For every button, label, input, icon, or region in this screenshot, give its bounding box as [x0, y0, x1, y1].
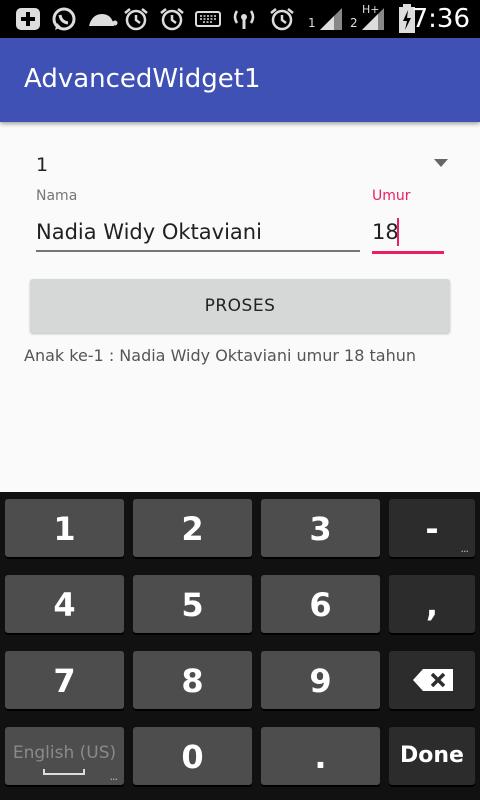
key-7[interactable]: 7 — [5, 651, 124, 709]
more-keys-indicator: ... — [109, 770, 118, 783]
wifi-hotspot-icon — [233, 10, 255, 29]
key-label: 2 — [181, 510, 204, 548]
key-label: . — [314, 738, 327, 776]
sim2-label: 2 — [350, 16, 358, 30]
whatsapp-icon — [52, 7, 76, 31]
more-keys-indicator: ... — [460, 542, 469, 555]
proses-button[interactable]: PROSES — [30, 279, 450, 333]
backspace-icon — [413, 669, 453, 691]
turtle-icon — [89, 14, 118, 26]
status-bar: 1 2 H+ 7:36 — [0, 0, 480, 38]
key-2[interactable]: 2 — [133, 499, 252, 557]
umur-label: Umur — [372, 188, 411, 204]
text-cursor — [397, 218, 399, 246]
key-label: 7 — [53, 662, 76, 700]
dropdown-arrow-icon — [434, 159, 448, 167]
app-bar: AdvancedWidget1 — [0, 38, 480, 122]
sim1-label: 1 — [308, 16, 316, 30]
space-icon — [43, 769, 85, 775]
key-3[interactable]: 3 — [261, 499, 380, 557]
clock: 7:36 — [411, 4, 470, 34]
key-0[interactable]: 0 — [133, 727, 252, 785]
number-spinner[interactable]: 1 — [24, 146, 456, 186]
key-8[interactable]: 8 — [133, 651, 252, 709]
signal-icon — [320, 8, 342, 30]
signal-icon — [362, 8, 384, 30]
key-label: 5 — [181, 586, 204, 624]
alarm-icon — [124, 8, 148, 31]
umur-input[interactable]: 18 — [372, 214, 444, 254]
numeric-keyboard: 1 2 3 - ... 4 5 6 , 7 8 9 English (US) .… — [0, 492, 480, 800]
umur-input-value: 18 — [372, 220, 399, 244]
nama-label: Nama — [36, 188, 78, 204]
key-1[interactable]: 1 — [5, 499, 124, 557]
add-box-icon — [16, 8, 40, 30]
key-label: 4 — [53, 586, 76, 624]
proses-button-label: PROSES — [204, 296, 276, 316]
language-switch-key[interactable]: English (US) ... — [5, 727, 124, 785]
alarm-icon — [270, 8, 294, 31]
spinner-selected-value: 1 — [36, 154, 49, 176]
key-label: 3 — [309, 510, 332, 548]
key-minus[interactable]: - ... — [389, 499, 475, 557]
nama-input[interactable]: Nadia Widy Oktaviani — [36, 214, 360, 252]
result-text: Anak ke-1 : Nadia Widy Oktaviani umur 18… — [24, 346, 416, 365]
backspace-key[interactable] — [389, 651, 475, 709]
key-comma[interactable]: , — [389, 575, 475, 633]
key-5[interactable]: 5 — [133, 575, 252, 633]
keyboard-icon — [195, 11, 221, 27]
key-label: 0 — [181, 738, 204, 776]
key-period[interactable]: . — [261, 727, 380, 785]
done-key[interactable]: Done — [389, 727, 475, 785]
nama-input-value: Nadia Widy Oktaviani — [36, 220, 262, 244]
key-label: , — [425, 586, 439, 624]
key-label: 6 — [309, 586, 332, 624]
key-4[interactable]: 4 — [5, 575, 124, 633]
key-label: Done — [400, 743, 464, 768]
app-title: AdvancedWidget1 — [24, 64, 261, 94]
key-label: 9 — [309, 662, 332, 700]
key-6[interactable]: 6 — [261, 575, 380, 633]
key-9[interactable]: 9 — [261, 651, 380, 709]
key-label: English (US) — [12, 743, 117, 763]
key-label: 1 — [53, 510, 76, 548]
alarm-icon — [160, 8, 184, 31]
key-label: 8 — [181, 662, 204, 700]
